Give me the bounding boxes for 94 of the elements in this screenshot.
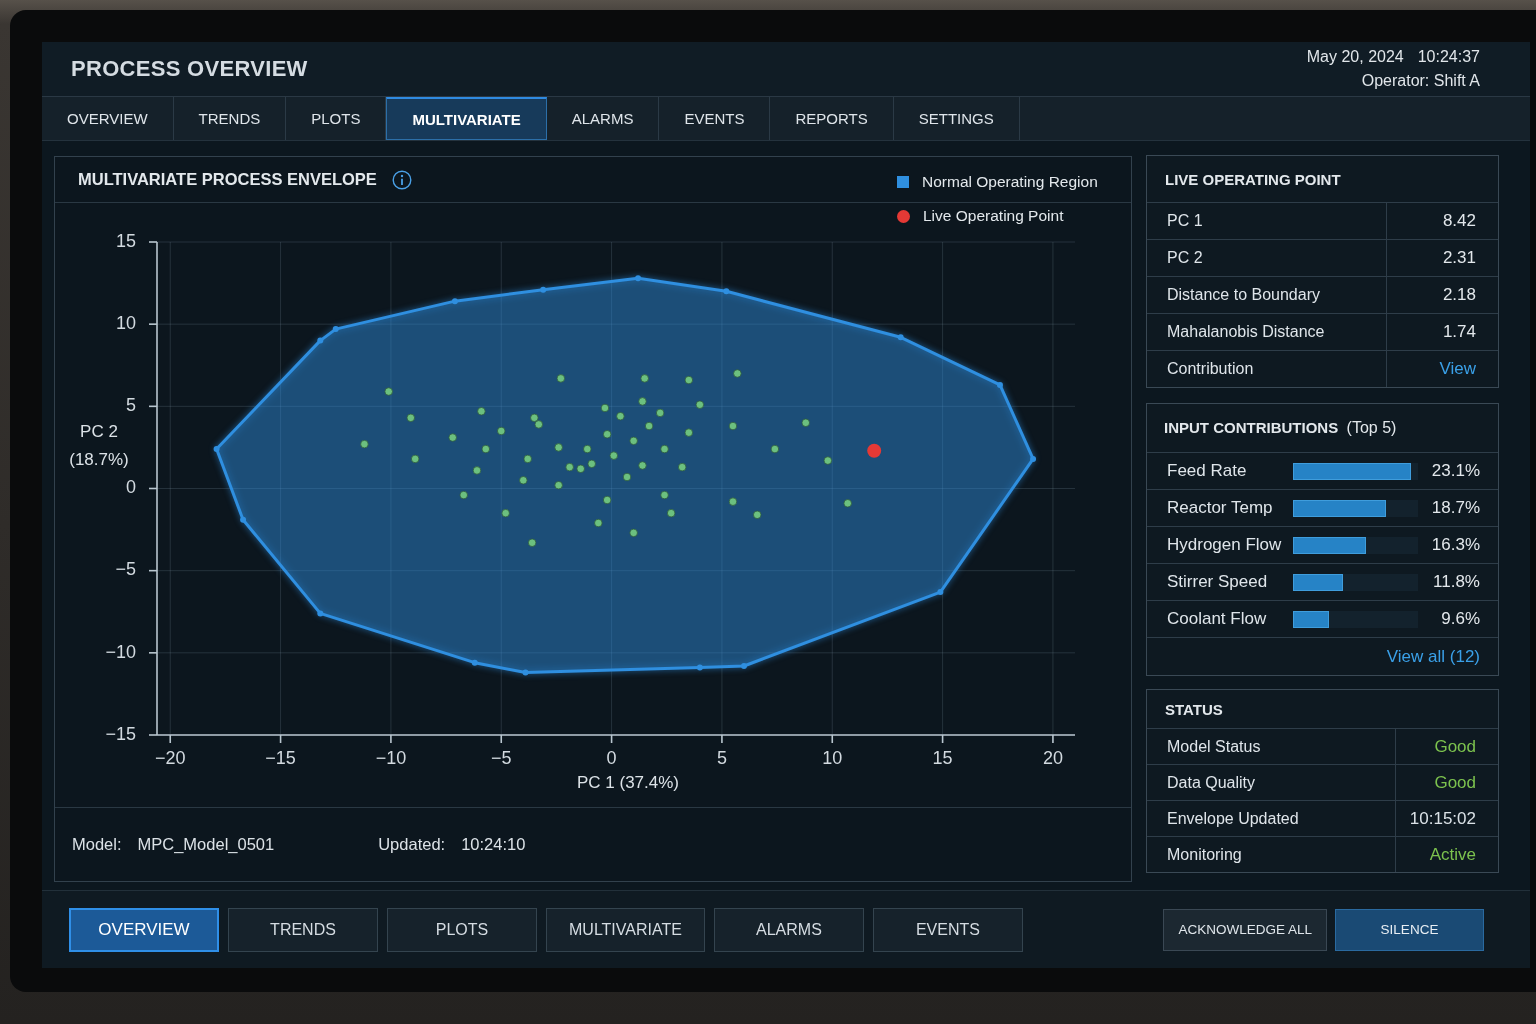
metric-value: 2.18: [1442, 285, 1476, 305]
panel-title: INPUT CONTRIBUTIONS (Top 5): [1164, 419, 1397, 437]
status-value: Good: [1434, 772, 1476, 793]
operator-text: Operator: Shift A: [1361, 71, 1480, 91]
view-link[interactable]: View: [1439, 359, 1476, 379]
nav-button[interactable]: OVERVIEW: [69, 907, 219, 952]
metric-label: Distance to Boundary: [1167, 286, 1320, 304]
input-label: Hydrogen Flow: [1167, 535, 1283, 555]
point: [635, 275, 642, 282]
axis-tick-label: −10: [105, 641, 136, 662]
axis-tick-label: 10: [115, 312, 136, 333]
metric-value: 2.31: [1442, 248, 1476, 268]
nav-tab[interactable]: SETTINGS: [893, 97, 1020, 140]
point: [897, 334, 904, 341]
axis-tick-label: 15: [932, 747, 953, 768]
legend-label: Normal Operating Region: [922, 173, 1098, 191]
nav-tab[interactable]: TRENDS: [173, 97, 287, 140]
nav-button[interactable]: EVENTS: [872, 907, 1023, 952]
point: [996, 381, 1003, 388]
date-text: May 20, 2024: [1306, 47, 1404, 67]
nav-button[interactable]: TRENDS: [228, 907, 378, 952]
axis-tick-label: 5: [126, 395, 136, 416]
axis-tick-label: −5: [491, 747, 512, 768]
point: [451, 298, 458, 305]
status-value: Good: [1434, 736, 1476, 757]
nav-tab[interactable]: REPORTS: [770, 97, 894, 140]
silence-button[interactable]: SILENCE: [1335, 908, 1484, 951]
metric-label: PC 1: [1167, 212, 1203, 230]
acknowledge-button[interactable]: ACKNOWLEDGE ALL: [1163, 908, 1327, 951]
nav-button[interactable]: MULTIVARIATE: [546, 907, 705, 952]
status-label: Monitoring: [1167, 845, 1242, 864]
panel-title: MULTIVARIATE PROCESS ENVELOPE: [78, 170, 377, 189]
nav-tab[interactable]: OVERVIEW: [42, 97, 174, 140]
axis-tick-label: −15: [265, 747, 296, 768]
metric-label: Mahalanobis Distance: [1167, 323, 1325, 341]
panel-title: STATUS: [1165, 700, 1223, 718]
axis-tick-label: −15: [105, 723, 136, 744]
axis-tick-label: 5: [716, 747, 727, 768]
point: [332, 326, 339, 333]
axis-tick-label: 15: [115, 230, 136, 251]
axis-tick-label: 10: [822, 747, 843, 768]
nav-tab[interactable]: EVENTS: [659, 97, 771, 140]
point: [696, 664, 703, 671]
percent-value: 16.3%: [1431, 535, 1480, 555]
legend-label: Live Operating Point: [923, 207, 1064, 225]
input-label: Feed Rate: [1167, 461, 1248, 481]
point: [740, 662, 747, 669]
input-label: Reactor Temp: [1167, 498, 1274, 518]
point: [471, 659, 478, 666]
input-label: Coolant Flow: [1167, 609, 1268, 629]
info-value: MPC_Model_0501: [137, 835, 275, 854]
status-label: Data Quality: [1167, 773, 1256, 792]
point: [317, 610, 324, 617]
status-value: 10:15:02: [1409, 808, 1476, 829]
percent-value: 11.8%: [1433, 572, 1480, 592]
percent-value: 18.7%: [1431, 498, 1480, 518]
status-value: Active: [1429, 844, 1476, 865]
page-title: PROCESS OVERVIEW: [71, 56, 308, 82]
point: [723, 288, 730, 295]
axis-tick-label: −20: [154, 747, 186, 768]
axis-tick-label: −5: [115, 559, 136, 580]
point: [317, 337, 324, 344]
time-text: 10:24:37: [1417, 47, 1480, 67]
info-value: 10:24:10: [461, 835, 526, 854]
panel-title: LIVE OPERATING POINT: [1165, 170, 1341, 188]
axis-tick-label: −10: [375, 747, 407, 768]
info-label: Model:: [72, 835, 122, 854]
point: [240, 516, 247, 523]
point: [1030, 455, 1037, 462]
nav-tab[interactable]: ALARMS: [546, 97, 660, 140]
percent-value: 23.1%: [1431, 461, 1480, 481]
point: [937, 589, 944, 596]
status-label: Model Status: [1167, 737, 1261, 756]
axis-title: PC 1 (37.4%): [577, 773, 679, 793]
percent-value: 9.6%: [1441, 609, 1480, 629]
point: [540, 286, 547, 293]
axis-tick-label: 0: [126, 477, 136, 498]
info-label: Updated:: [378, 835, 446, 854]
metric-value: 1.74: [1442, 322, 1476, 342]
info-icon[interactable]: [391, 169, 412, 190]
view-all-link[interactable]: View all (12): [1386, 646, 1480, 667]
metric-value: 8.42: [1442, 211, 1476, 231]
metric-label: PC 2: [1167, 249, 1203, 267]
nav-tab[interactable]: MULTIVARIATE: [386, 97, 547, 140]
status-label: Envelope Updated: [1167, 809, 1299, 828]
metric-label: Contribution: [1167, 360, 1254, 378]
point: [213, 446, 220, 453]
axis-tick-label: 0: [606, 747, 617, 768]
input-label: Stirrer Speed: [1167, 572, 1269, 592]
axis-title: PC 2 (18.7%): [68, 421, 130, 471]
nav-button[interactable]: ALARMS: [713, 907, 864, 952]
point: [522, 669, 529, 676]
axis-tick-label: 20: [1042, 747, 1063, 768]
nav-button[interactable]: PLOTS: [387, 907, 537, 952]
